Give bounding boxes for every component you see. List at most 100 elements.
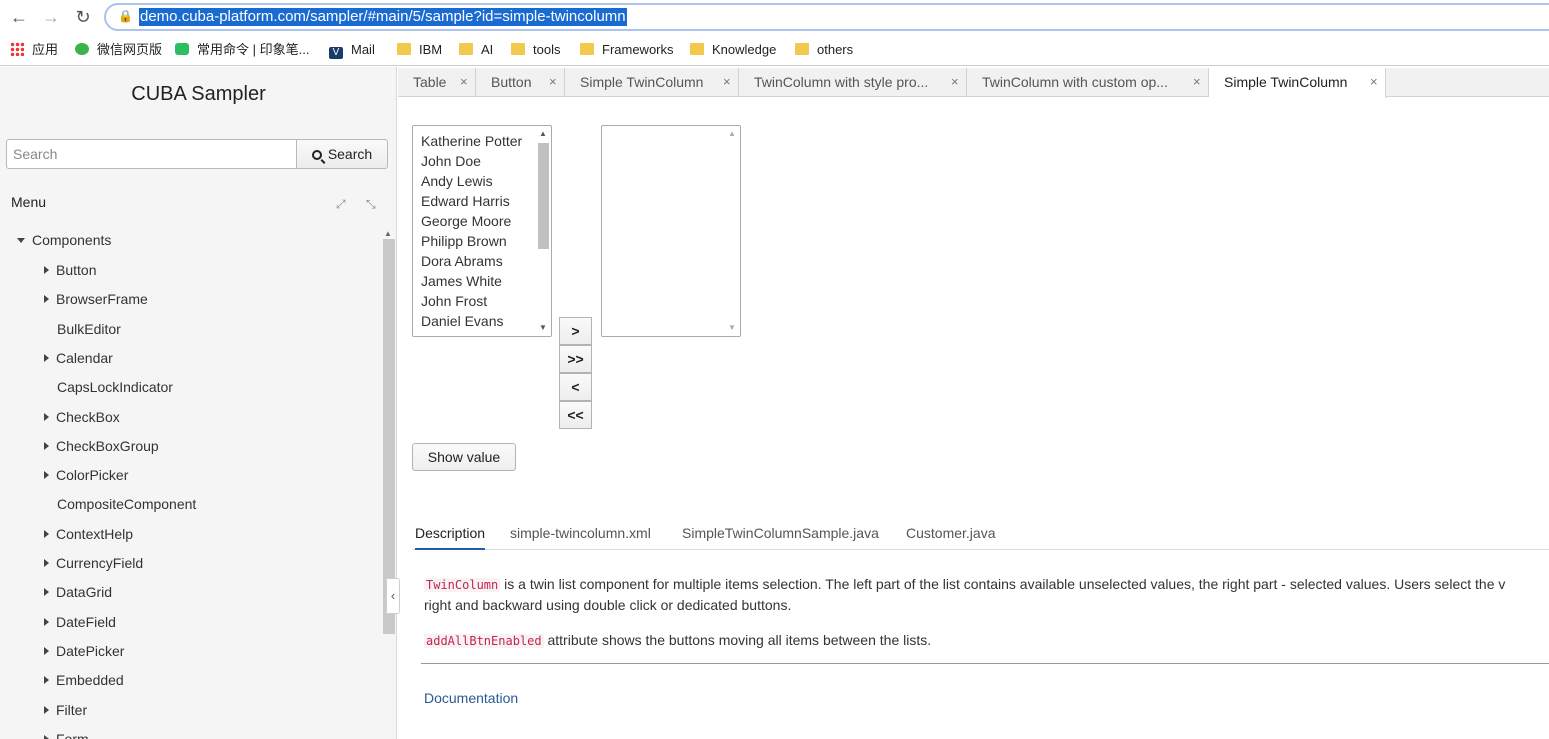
- caret-right-icon: [44, 676, 49, 685]
- caret-right-icon: [44, 559, 49, 567]
- selected-options-list[interactable]: ▲ ▼: [601, 125, 741, 337]
- caret-down-icon: [17, 238, 25, 243]
- tab[interactable]: Simple TwinColumn ×: [565, 68, 739, 97]
- list-option[interactable]: Philipp Brown: [421, 231, 507, 251]
- bookmark-tools[interactable]: tools: [511, 41, 560, 59]
- show-value-button[interactable]: Show value: [412, 443, 516, 471]
- list-scrollbar[interactable]: ▲ ▼: [537, 127, 550, 335]
- bookmark-knowledge[interactable]: Knowledge: [690, 41, 776, 59]
- tab-customer-java[interactable]: Customer.java: [906, 524, 995, 550]
- tree-item[interactable]: ContextHelp: [44, 524, 133, 544]
- tab-label: Button: [491, 74, 532, 90]
- bookmark-wechat[interactable]: 微信网页版: [75, 41, 162, 59]
- close-icon[interactable]: ×: [460, 68, 468, 96]
- tree-item[interactable]: DateField: [44, 612, 116, 632]
- list-option[interactable]: James White: [421, 271, 502, 291]
- bookmark-frameworks[interactable]: Frameworks: [580, 41, 674, 59]
- bookmark-ibm[interactable]: IBM: [397, 41, 442, 59]
- list-option[interactable]: Daniel Evans: [421, 311, 504, 331]
- forward-arrow-icon[interactable]: →: [40, 6, 62, 28]
- tab[interactable]: Button ×: [476, 68, 565, 97]
- close-icon[interactable]: ×: [951, 68, 959, 96]
- bookmark-others[interactable]: others: [795, 41, 853, 59]
- add-selected-button[interactable]: >: [559, 317, 592, 345]
- search-button[interactable]: Search: [296, 139, 388, 169]
- code-snippet: TwinColumn: [424, 578, 501, 592]
- list-option[interactable]: Andy Lewis: [421, 171, 493, 191]
- tab-sample-java[interactable]: SimpleTwinColumnSample.java: [682, 524, 879, 550]
- tree-item[interactable]: Calendar: [44, 348, 113, 368]
- close-icon[interactable]: ×: [549, 68, 557, 96]
- tab[interactable]: Table ×: [398, 68, 476, 97]
- tab[interactable]: Simple TwinColumn ×: [1209, 68, 1386, 98]
- scroll-up-icon[interactable]: ▲: [728, 129, 736, 138]
- tree-item[interactable]: Filter: [44, 700, 87, 720]
- folder-icon: [459, 43, 473, 55]
- list-option[interactable]: Dora Abrams: [421, 251, 503, 271]
- url-field[interactable]: 🔒 demo.cuba-platform.com/sampler/#main/5…: [104, 3, 1549, 31]
- list-option[interactable]: Katherine Potter: [421, 131, 522, 151]
- tab-xml[interactable]: simple-twincolumn.xml: [510, 524, 651, 550]
- tree-item[interactable]: CompositeComponent: [57, 494, 196, 514]
- tree-item-label: Embedded: [56, 672, 124, 689]
- bookmark-evernote[interactable]: 常用命令 | 印象笔...: [175, 41, 309, 59]
- tree-item[interactable]: Button: [44, 260, 96, 280]
- list-option[interactable]: John Doe: [421, 151, 481, 171]
- close-icon[interactable]: ×: [1370, 68, 1378, 96]
- tree-item-label: ColorPicker: [56, 467, 129, 484]
- bookmark-mail[interactable]: V Mail: [329, 41, 375, 59]
- bookmark-ai[interactable]: AI: [459, 41, 493, 59]
- available-options-list[interactable]: Daniel Evans John Frost James White Dora Ab…: [412, 125, 552, 337]
- list-option[interactable]: John Frost: [421, 291, 487, 311]
- tab[interactable]: TwinColumn with style pro... ×: [739, 68, 967, 97]
- add-all-button[interactable]: >>: [559, 345, 592, 373]
- tree-item[interactable]: CheckBox: [44, 407, 120, 427]
- caret-right-icon: [44, 529, 49, 538]
- tree-item[interactable]: CapsLockIndicator: [57, 377, 173, 397]
- sidebar-scrollbar[interactable]: [383, 239, 395, 634]
- scroll-up-icon[interactable]: ▲: [384, 229, 392, 238]
- tree-item[interactable]: ColorPicker: [44, 465, 128, 485]
- caret-right-icon: [44, 646, 49, 655]
- close-icon[interactable]: ×: [723, 68, 731, 96]
- tree-item[interactable]: DataGrid: [44, 582, 112, 602]
- tab[interactable]: TwinColumn with custom op... ×: [967, 68, 1209, 97]
- tree-item[interactable]: BulkEditor: [57, 319, 121, 339]
- tab-description[interactable]: Description: [415, 524, 486, 550]
- scrollbar-thumb[interactable]: [383, 239, 395, 634]
- bookmark-apps[interactable]: 应用: [10, 41, 58, 59]
- list-scrollbar[interactable]: ▲ ▼: [726, 127, 739, 335]
- scroll-down-icon[interactable]: ▼: [539, 323, 547, 332]
- documentation-link[interactable]: Documentation: [424, 690, 518, 706]
- list-option[interactable]: Edward Harris: [421, 191, 510, 211]
- caret-right-icon: [44, 471, 49, 480]
- tree-item[interactable]: Embedded: [44, 670, 124, 690]
- tree-item[interactable]: CheckBoxGroup: [44, 436, 159, 456]
- description-tabs: Description simple-twincolumn.xml Simple…: [412, 520, 1549, 550]
- tree-item-label: CurrencyField: [56, 555, 144, 571]
- collapse-sidebar-handle[interactable]: ‹: [386, 578, 400, 614]
- search-input[interactable]: [6, 139, 298, 169]
- lock-icon: 🔒: [118, 9, 133, 23]
- tree-item[interactable]: DatePicker: [44, 641, 124, 661]
- close-icon[interactable]: ×: [1193, 68, 1201, 96]
- caret-right-icon: [44, 266, 49, 274]
- reload-icon[interactable]: ↻: [72, 6, 94, 28]
- tree-item-components[interactable]: Components: [17, 230, 111, 250]
- collapse-all-icon[interactable]: ⤢: [336, 197, 346, 212]
- caret-right-icon: [44, 705, 49, 714]
- caret-right-icon: [44, 353, 49, 362]
- list-option[interactable]: George Moore: [421, 211, 511, 231]
- remove-all-button[interactable]: <<: [559, 401, 592, 429]
- tree-item[interactable]: BrowserFrame: [44, 289, 148, 309]
- tree-item[interactable]: CurrencyField: [44, 553, 143, 573]
- expand-all-icon[interactable]: ⤡: [366, 197, 376, 212]
- url-text[interactable]: demo.cuba-platform.com/sampler/#main/5/s…: [139, 8, 627, 26]
- scroll-up-icon[interactable]: ▲: [539, 129, 547, 138]
- remove-selected-button[interactable]: <: [559, 373, 592, 401]
- divider: [421, 663, 1549, 664]
- back-arrow-icon[interactable]: ←: [8, 6, 30, 28]
- tree-item[interactable]: Form: [44, 729, 89, 739]
- scroll-down-icon[interactable]: ▼: [728, 323, 736, 332]
- scrollbar-thumb[interactable]: [538, 143, 549, 249]
